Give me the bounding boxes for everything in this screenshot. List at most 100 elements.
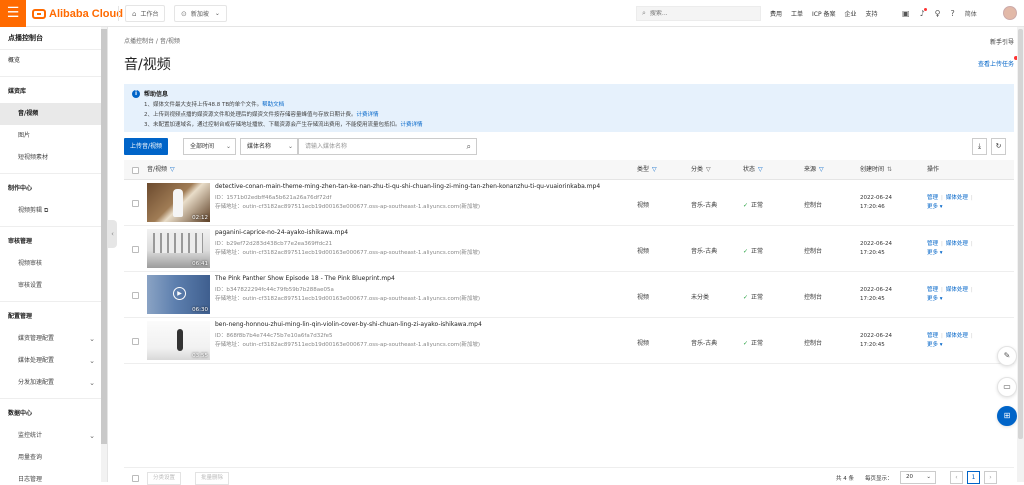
sidebar-item-review-settings[interactable]: 审核设置 xyxy=(0,275,107,297)
language-switch[interactable]: 简体 xyxy=(965,9,977,18)
hamburger-menu-icon[interactable]: ☰ xyxy=(0,0,26,27)
created-date: 2022-06-24 xyxy=(860,195,892,201)
sidebar-item-images[interactable]: 图片 xyxy=(0,125,107,147)
chevron-down-icon: ▾ xyxy=(939,296,943,302)
media-title[interactable]: ben-neng-honnou-zhui-ming-lin-qin-violin… xyxy=(215,321,482,328)
sidebar-item-media-config[interactable]: 媒资管理配置 ⌄ xyxy=(0,328,107,350)
sidebar-item-video-editing[interactable]: 视频剪辑 ⧉ xyxy=(0,200,107,222)
help-doc-link[interactable]: 帮助文档 xyxy=(262,102,284,108)
apps-grid-icon[interactable]: ⊞ xyxy=(997,406,1017,426)
more-dropdown[interactable]: 更多 xyxy=(927,342,938,348)
edit-icon[interactable]: ✎ xyxy=(997,346,1017,366)
sidebar-item-audio-video[interactable]: 音/视频 xyxy=(0,103,107,125)
global-search[interactable]: ⌕ xyxy=(636,6,761,21)
prev-page-button[interactable]: ‹ xyxy=(950,471,963,484)
sidebar-item-processing-config[interactable]: 媒体处理配置 ⌄ xyxy=(0,350,107,372)
download-icon[interactable]: ⤓ xyxy=(972,138,987,155)
sidebar-item-monitoring[interactable]: 监控统计 ⌄ xyxy=(0,425,107,447)
alibaba-cloud-logo[interactable]: Alibaba Cloud xyxy=(32,7,123,20)
field-select[interactable]: 媒体名称 ⌄ xyxy=(240,138,298,155)
chevron-down-icon: ⌄ xyxy=(225,143,231,150)
link-tickets[interactable]: 工单 xyxy=(791,9,803,18)
select-all-checkbox[interactable] xyxy=(132,167,139,174)
row-checkbox[interactable] xyxy=(132,292,139,299)
new-guide-link[interactable]: 新手引导 xyxy=(990,37,1014,46)
chevron-down-icon: ⌄ xyxy=(89,335,95,343)
thumbnail-figure xyxy=(153,233,203,253)
link-enterprise[interactable]: 企业 xyxy=(845,9,857,18)
region-select[interactable]: ⊙ 新加坡 ⌄ xyxy=(174,5,227,22)
breadcrumb-console[interactable]: 点播控制台 xyxy=(124,38,154,45)
row-checkbox[interactable] xyxy=(132,200,139,207)
sidebar-item-cdn-config[interactable]: 分发加速配置 ⌄ xyxy=(0,372,107,394)
search-icon[interactable]: ⌕ xyxy=(467,139,471,154)
created-time: 2022-06-24 17:20:46 xyxy=(860,194,892,212)
footer-select-all-checkbox[interactable] xyxy=(132,475,139,482)
video-thumbnail[interactable]: 02:12 xyxy=(147,183,210,222)
refresh-icon[interactable]: ↻ xyxy=(991,138,1006,155)
sidebar-item-overview[interactable]: 概览 xyxy=(0,50,107,72)
page-number-button[interactable]: 1 xyxy=(967,471,980,484)
video-thumbnail[interactable]: 06:41 xyxy=(147,229,210,268)
media-id: ID：1571b02edbff46a5b621a26a76df72df xyxy=(215,195,332,201)
chat-icon[interactable]: ▭ xyxy=(997,377,1017,397)
filter-icon[interactable]: ▽ xyxy=(652,166,657,173)
sidebar-item-short-video[interactable]: 短视频素材 xyxy=(0,147,107,169)
view-upload-tasks-link[interactable]: 查看上传任务 xyxy=(978,56,1019,68)
help-title: 帮助信息 xyxy=(144,91,169,98)
next-page-button[interactable]: › xyxy=(984,471,997,484)
sidebar-item-usage[interactable]: 用量查询 xyxy=(0,447,107,469)
media-process-link[interactable]: 媒体处理 xyxy=(946,241,968,247)
link-support[interactable]: 支持 xyxy=(866,9,878,18)
billing-details-link[interactable]: 计费详情 xyxy=(401,122,423,128)
filter-icon[interactable]: ▽ xyxy=(819,166,824,173)
row-checkbox[interactable] xyxy=(132,246,139,253)
media-process-link[interactable]: 媒体处理 xyxy=(946,287,968,293)
top-icons: ▣ ♪ ♀ ? 简体 xyxy=(902,0,985,27)
manage-link[interactable]: 管理 xyxy=(927,333,938,339)
time-filter-select[interactable]: 全部时间 ⌄ xyxy=(183,138,236,155)
media-title[interactable]: detective-conan-main-theme-ming-zhen-tan… xyxy=(215,183,600,190)
manage-link[interactable]: 管理 xyxy=(927,287,938,293)
media-search-input[interactable]: 请输入媒体名称 ⌕ xyxy=(298,138,477,155)
help-icon[interactable]: ? xyxy=(951,9,955,18)
category-settings-button[interactable]: 分类设置 xyxy=(147,472,182,485)
row-checkbox[interactable] xyxy=(132,338,139,345)
more-dropdown[interactable]: 更多 xyxy=(927,204,938,210)
sidebar-item-video-review[interactable]: 视频审核 xyxy=(0,253,107,275)
avatar[interactable] xyxy=(1003,6,1017,20)
media-title[interactable]: The Pink Panther Show Episode 18 - The P… xyxy=(215,275,395,282)
media-title[interactable]: paganini-caprice-no-24-ayako-ishikawa.mp… xyxy=(215,229,348,236)
sidebar-item-logs[interactable]: 日志管理 xyxy=(0,469,107,482)
manage-link[interactable]: 管理 xyxy=(927,195,938,201)
manage-link[interactable]: 管理 xyxy=(927,241,938,247)
check-icon: ✓ xyxy=(743,294,749,301)
filter-icon[interactable]: ▽ xyxy=(758,166,763,173)
more-dropdown[interactable]: 更多 xyxy=(927,250,938,256)
sidebar-scrollbar[interactable] xyxy=(101,27,107,482)
notification-bell-icon[interactable]: ♪ xyxy=(920,8,927,18)
lightbulb-icon[interactable]: ♀ xyxy=(935,9,941,18)
batch-delete-button[interactable]: 批量删除 xyxy=(195,472,230,485)
terminal-icon[interactable]: ▣ xyxy=(902,9,910,18)
per-page-select[interactable]: 20 ⌄ xyxy=(900,471,936,484)
more-dropdown[interactable]: 更多 xyxy=(927,296,938,302)
video-thumbnail[interactable]: 03:55 xyxy=(147,321,210,360)
header-label: 创建时间 xyxy=(860,166,885,173)
link-fees[interactable]: 费用 xyxy=(770,9,782,18)
global-search-input[interactable] xyxy=(649,10,750,17)
per-page-value: 20 xyxy=(906,474,913,480)
workbench-button[interactable]: ⌂ 工作台 xyxy=(125,5,166,22)
media-process-link[interactable]: 媒体处理 xyxy=(946,195,968,201)
page-scrollbar[interactable] xyxy=(1017,27,1024,482)
upload-media-button[interactable]: 上传音/视频 xyxy=(124,138,169,155)
filter-icon[interactable]: ▽ xyxy=(170,166,175,173)
video-thumbnail[interactable]: ▶ 06:30 xyxy=(147,275,210,314)
media-process-link[interactable]: 媒体处理 xyxy=(946,333,968,339)
link-icp[interactable]: ICP 备案 xyxy=(812,9,836,18)
main-content: 点播控制台 / 音/视频 新手引导 音/视频 查看上传任务 i 帮助信息 1、媒… xyxy=(118,27,1024,485)
sidebar-collapse-handle[interactable]: ‹ xyxy=(108,220,117,248)
sort-icon[interactable]: ⇅ xyxy=(887,166,892,173)
billing-details-link[interactable]: 计费详情 xyxy=(357,112,379,118)
filter-icon[interactable]: ▽ xyxy=(706,166,711,173)
